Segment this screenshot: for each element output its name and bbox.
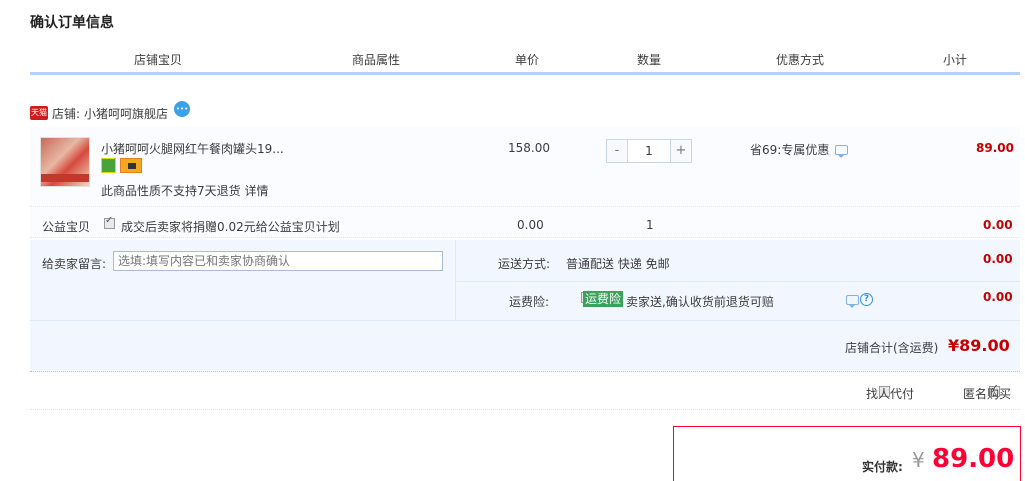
- column-header-shop-item: 店铺宝贝: [133, 53, 182, 67]
- seller-message-input[interactable]: [113, 251, 443, 271]
- panel-divider: [30, 320, 1020, 321]
- charity-subtotal: 0.00: [983, 218, 1013, 232]
- payment-label: 实付款:: [862, 460, 903, 474]
- quantity-increase-button[interactable]: +: [671, 140, 691, 162]
- card-payment-badge-icon[interactable]: [120, 158, 142, 173]
- promotion-info: 省69:专属优惠: [750, 141, 849, 158]
- panel-divider: [455, 240, 456, 320]
- shipping-insurance-text: 卖家送,确认收货前退货可赔: [626, 295, 774, 309]
- proxy-pay-label[interactable]: 找人代付: [866, 385, 914, 402]
- shop-row: 天猫 店铺: 小猪呵呵旗舰店 •••: [30, 101, 191, 124]
- shop-label: 店铺:: [52, 106, 81, 121]
- quantity-input[interactable]: [627, 140, 671, 162]
- charity-quantity: 1: [646, 218, 654, 232]
- column-header-discount: 优惠方式: [775, 53, 824, 67]
- item-subtotal: 89.00: [976, 141, 1014, 155]
- payment-amount: 89.00: [932, 444, 1015, 474]
- promotion-text[interactable]: 省69:专属优惠: [750, 141, 829, 158]
- seller-message-label: 给卖家留言:: [42, 257, 107, 271]
- shipping-price: 0.00: [983, 252, 1013, 266]
- shop-total-amount: ¥89.00: [948, 336, 1010, 355]
- comment-icon[interactable]: [835, 144, 849, 158]
- help-question-icon[interactable]: ?: [860, 293, 873, 306]
- shipping-insurance-price: 0.00: [983, 290, 1013, 304]
- product-thumbnail[interactable]: [40, 137, 90, 187]
- column-header-attributes: 商品属性: [351, 53, 400, 67]
- comment-icon[interactable]: [846, 294, 859, 308]
- product-badges: [101, 158, 142, 174]
- shop-name-link[interactable]: 小猪呵呵旗舰店: [84, 105, 168, 122]
- shop-total-label: 店铺合计(含运费): [845, 341, 939, 355]
- charity-price: 0.00: [517, 218, 544, 232]
- quantity-decrease-button[interactable]: -: [607, 140, 627, 162]
- wangwang-chat-icon[interactable]: •••: [174, 101, 191, 117]
- product-title-link[interactable]: 小猪呵呵火腿网红午餐肉罐头19...: [101, 140, 291, 157]
- quantity-stepper: - +: [606, 139, 692, 163]
- page-title: 确认订单信息: [30, 15, 114, 31]
- column-header-subtotal: 小计: [942, 53, 967, 67]
- charity-checkbox[interactable]: [104, 215, 115, 229]
- unit-price: 158.00: [508, 141, 550, 155]
- shipping-insurance-tag: 运费险: [583, 291, 624, 307]
- column-header-quantity: 数量: [636, 53, 661, 67]
- panel-divider: [455, 281, 1020, 282]
- shipping-insurance-label: 运费险:: [509, 295, 550, 309]
- tmall-icon: 天猫: [30, 106, 48, 120]
- charity-description: 成交后卖家将捐赠0.02元给公益宝贝计划: [121, 220, 340, 234]
- anonymous-purchase-label[interactable]: 匿名购买: [963, 385, 1011, 402]
- column-header-unit-price: 单价: [514, 53, 539, 67]
- insurance-help-icons: ?: [846, 293, 873, 308]
- guarantee-badge-icon[interactable]: [101, 158, 116, 173]
- payment-currency: ¥: [912, 448, 925, 472]
- shipping-method-label: 运送方式:: [498, 257, 551, 271]
- return-policy-note[interactable]: 此商品性质不支持7天退货 详情: [101, 182, 268, 199]
- charity-label: 公益宝贝: [42, 220, 91, 234]
- header-divider: [30, 72, 1020, 75]
- table-header: 店铺宝贝 商品属性 单价 数量 优惠方式 小计: [30, 48, 1020, 74]
- shipping-method-value: 普通配送 快递 免邮: [566, 257, 670, 271]
